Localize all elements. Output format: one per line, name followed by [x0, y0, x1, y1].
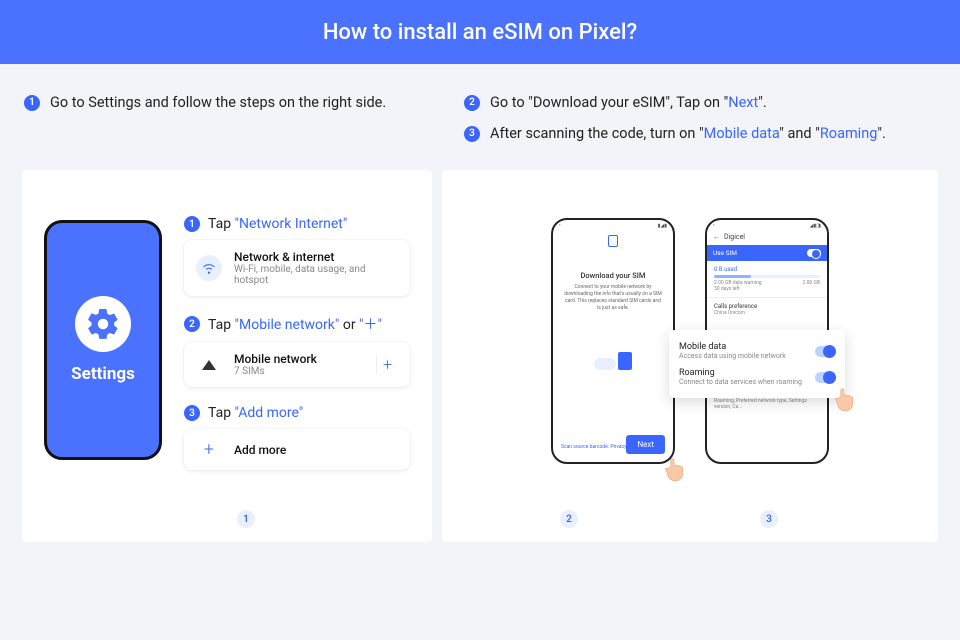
use-sim-row[interactable]: Use SIM	[707, 245, 827, 261]
inst2-pre: Go to "Download your eSIM", Tap on "	[490, 94, 728, 111]
step-badge-3-icon: 3	[184, 405, 200, 421]
wifi-icon	[196, 255, 222, 281]
download-title: Download your SIM	[553, 271, 673, 280]
card-sub: 7 SIMs	[234, 366, 317, 377]
instruction-1: 1 Go to Settings and follow the steps on…	[24, 94, 434, 111]
toggle-overlay-card: Mobile data Access data using mobile net…	[669, 330, 845, 398]
data-cap-label: 2.00 GB	[802, 280, 820, 286]
inst3-pre: After scanning the code, turn on "	[490, 125, 704, 142]
mobile-data-toggle[interactable]	[815, 346, 835, 357]
settings-label: Settings	[71, 364, 135, 384]
instruction-3: 3 After scanning the code, turn on "Mobi…	[464, 125, 936, 142]
status-bar: •▮◢▮	[553, 220, 673, 229]
instruction-2-text: Go to "Download your eSIM", Tap on "Next…	[490, 94, 767, 111]
inst3-mid: " and "	[779, 125, 820, 142]
download-sub: Connect to your mobile network by downlo…	[553, 280, 673, 312]
step1-pre: Tap	[208, 216, 235, 232]
step-3-heading: 3 Tap "Add more"	[184, 405, 410, 421]
gear-icon	[75, 296, 131, 352]
step2-hl1: "Mobile network"	[235, 317, 340, 333]
panel-phones: •▮◢▮ Download your SIM Connect to your m…	[442, 170, 938, 542]
next-button[interactable]: Next	[626, 435, 665, 454]
days-left-label: 30 days left	[714, 286, 820, 292]
step-2-heading: 2 Tap "Mobile network" or "＋"	[184, 314, 410, 334]
mobile-data-title: Mobile data	[679, 342, 786, 352]
panel-steps: Settings 1 Tap "Network Internet" Networ…	[22, 170, 432, 542]
signal-icon	[202, 360, 216, 370]
carrier-name: Digicel	[724, 233, 745, 241]
inst2-post: ".	[758, 94, 766, 111]
panels: Settings 1 Tap "Network Internet" Networ…	[0, 170, 960, 564]
step2-hl2: "＋"	[359, 317, 382, 333]
step2-pre: Tap	[208, 317, 235, 333]
instruction-2: 2 Go to "Download your eSIM", Tap on "Ne…	[464, 94, 936, 111]
cloud-icon	[594, 358, 616, 370]
mobile-data-link: Mobile data	[704, 125, 780, 142]
cloud-sim-illustration	[553, 352, 673, 370]
settings-phone-illustration: Settings	[44, 220, 162, 460]
phone-sim-settings: •◢▮◨ ← Digicel Use SIM 0 B used 2.00 GB …	[705, 218, 829, 464]
row-title: Calls preference	[714, 303, 820, 310]
row-sub: Roaming, Preferred network type, Setting…	[714, 398, 820, 410]
instruction-3-text: After scanning the code, turn on "Mobile…	[490, 125, 886, 142]
phone-download-sim: •▮◢▮ Download your SIM Connect to your m…	[551, 218, 675, 464]
roaming-sub: Connect to data services when roaming	[679, 378, 802, 386]
use-sim-toggle[interactable]	[807, 249, 821, 257]
status-bar: •◢▮◨	[707, 220, 827, 229]
step-badge-2-icon: 2	[184, 316, 200, 332]
step2-mid: or	[339, 317, 359, 333]
mobile-data-row[interactable]: Mobile data Access data using mobile net…	[679, 338, 835, 364]
step-badge-1-icon: 1	[184, 216, 200, 232]
used-label: 0 B used	[714, 266, 820, 273]
panel-badge-2: 2	[560, 510, 578, 528]
network-internet-card[interactable]: Network & internet Wi-Fi, mobile, data u…	[184, 240, 410, 296]
top-instructions: 1 Go to Settings and follow the steps on…	[0, 64, 960, 170]
panel-badge-1: 1	[237, 510, 255, 528]
roaming-title: Roaming	[679, 368, 802, 378]
card-title: Mobile network	[234, 352, 317, 366]
page-header: How to install an eSIM on Pixel?	[0, 0, 960, 64]
badge-1-icon: 1	[24, 95, 40, 111]
badge-3-icon: 3	[464, 126, 480, 142]
step-1-heading: 1 Tap "Network Internet"	[184, 216, 410, 232]
panel-badge-3: 3	[760, 510, 778, 528]
lock-icon	[608, 235, 618, 247]
card-sub: Wi-Fi, mobile, data usage, and hotspot	[234, 264, 398, 286]
next-link: Next	[728, 94, 758, 111]
data-usage-section: 0 B used 2.00 GB data warning 2.00 GB 30…	[707, 261, 827, 297]
steps-column: 1 Tap "Network Internet" Network & inter…	[184, 198, 410, 488]
step1-highlight: "Network Internet"	[235, 216, 348, 232]
page-title: How to install an eSIM on Pixel?	[323, 20, 637, 45]
phone-2-frame: •▮◢▮ Download your SIM Connect to your m…	[551, 218, 675, 464]
inst3-post: ".	[877, 125, 885, 142]
instruction-1-text: Go to Settings and follow the steps on t…	[50, 94, 386, 111]
roaming-link: Roaming	[820, 125, 877, 142]
card-title: Add more	[234, 443, 286, 457]
back-icon[interactable]: ←	[713, 233, 720, 241]
sim-icon	[618, 352, 632, 370]
step3-pre: Tap	[208, 405, 235, 421]
add-more-card[interactable]: + Add more	[184, 429, 410, 470]
mobile-network-card[interactable]: Mobile network 7 SIMs +	[184, 342, 410, 387]
carrier-header: ← Digicel	[707, 229, 827, 245]
badge-2-icon: 2	[464, 95, 480, 111]
roaming-row[interactable]: Roaming Connect to data services when ro…	[679, 364, 835, 390]
usage-bar	[714, 275, 820, 278]
mobile-data-sub: Access data using mobile network	[679, 352, 786, 360]
use-sim-label: Use SIM	[713, 249, 737, 257]
plus-icon[interactable]: +	[376, 355, 398, 374]
row-sub: China Unicom	[714, 310, 820, 316]
calls-preference-row[interactable]: Calls preference China Unicom	[707, 297, 827, 321]
roaming-toggle[interactable]	[815, 372, 835, 383]
card-title: Network & internet	[234, 250, 398, 264]
step3-highlight: "Add more"	[235, 405, 304, 421]
plus-icon: +	[196, 439, 222, 460]
